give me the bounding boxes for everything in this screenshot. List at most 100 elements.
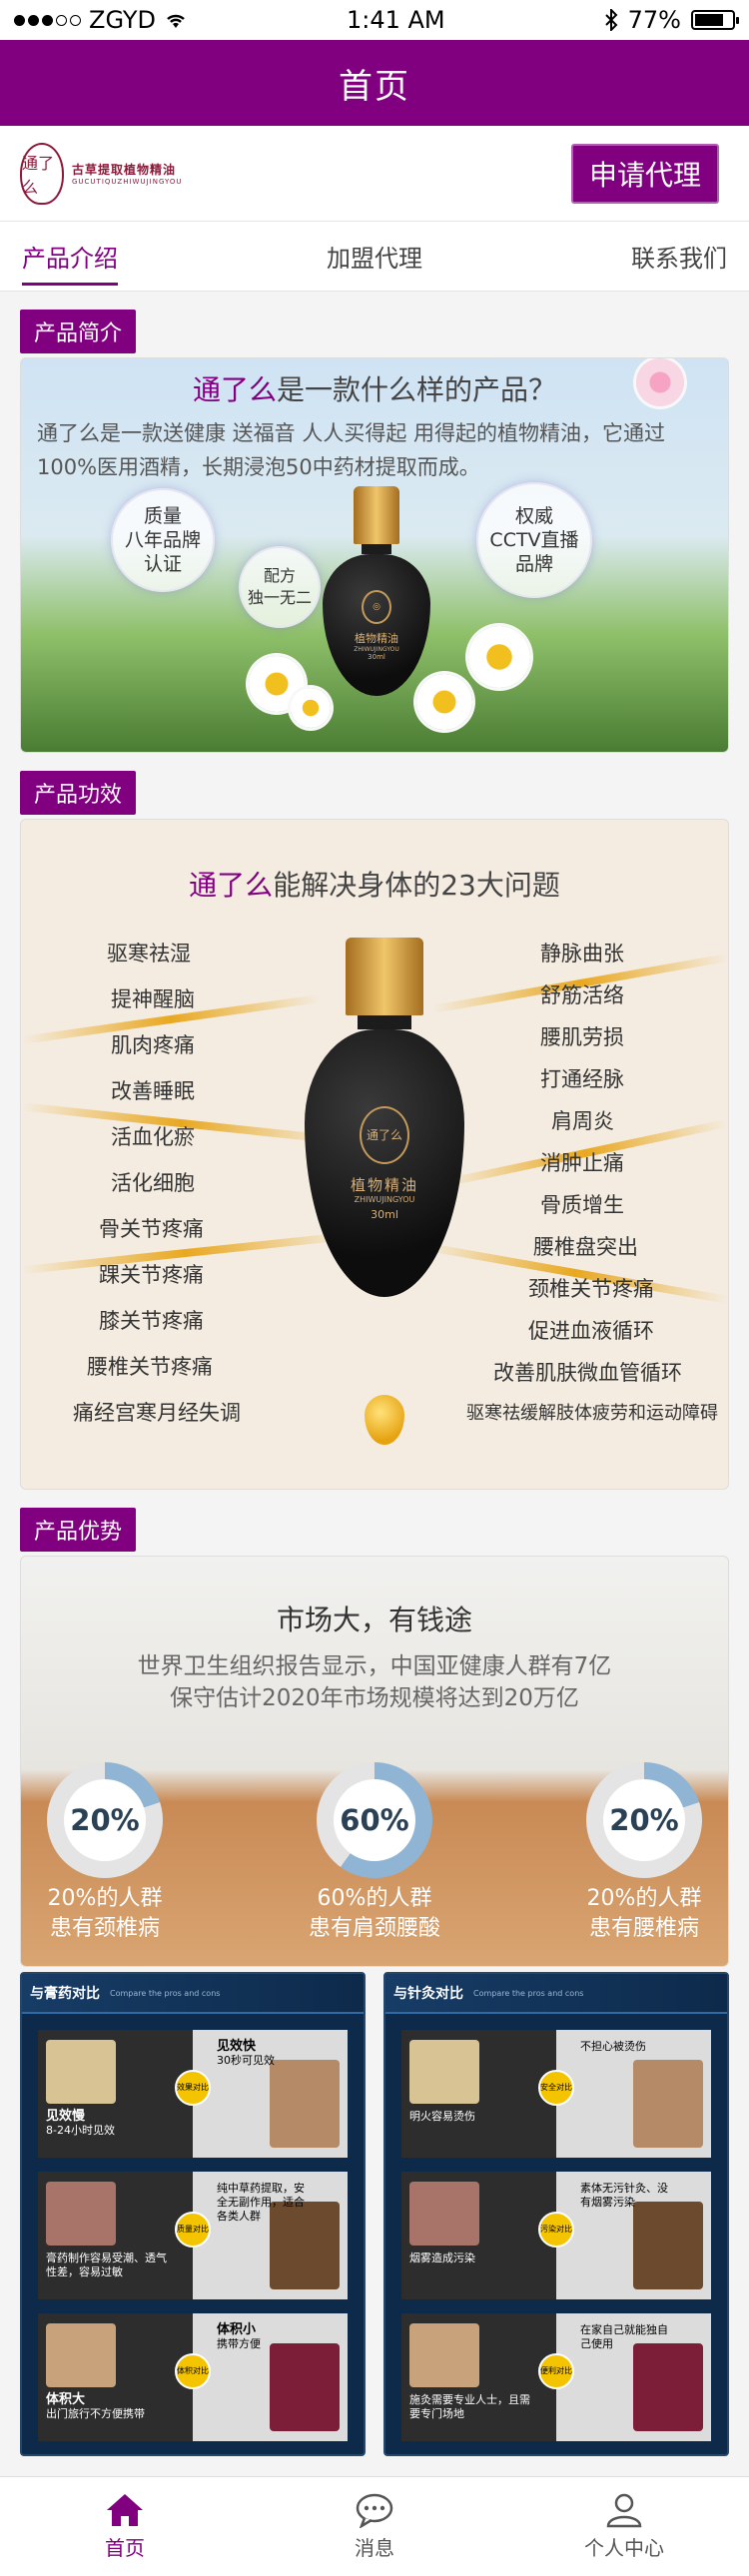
poster-header: 与针灸对比 Compare the pros and cons bbox=[385, 1974, 727, 2014]
stat-caption: 20%的人群 患有颈椎病 bbox=[21, 1884, 205, 1944]
intro-headline-text: 是一款什么样的产品？ bbox=[277, 373, 557, 406]
comparison-right: 不担心被烫伤 bbox=[556, 2030, 711, 2158]
intro-bottle-volume: 30ml bbox=[368, 652, 385, 661]
comparison-left-sub: 8-24小时见效 bbox=[46, 2124, 115, 2137]
stat-caption-line2: 患有腰椎病 bbox=[588, 1916, 699, 1941]
stat-caption: 60%的人群 患有肩颈腰酸 bbox=[275, 1884, 474, 1944]
efficacy-item: 颈椎关节疼痛 bbox=[528, 1277, 654, 1301]
comparison-right-sub: 纯中草药提取，安全无副作用，适合各类人群 bbox=[217, 2182, 305, 2223]
comparison-image bbox=[633, 2202, 703, 2289]
nav-messages[interactable]: 消息 bbox=[250, 2477, 499, 2576]
comparison-badge: 效果对比 bbox=[175, 2070, 211, 2106]
bluetooth-icon bbox=[604, 9, 618, 31]
bubble-quality-line2: 八年品牌 bbox=[124, 529, 201, 551]
wifi-icon bbox=[167, 14, 185, 28]
comparison-badge: 质量对比 bbox=[175, 2212, 211, 2248]
comparison-left: 烟雾造成污染 bbox=[401, 2172, 556, 2299]
efficacy-headline-brand: 通了么 bbox=[189, 869, 274, 902]
comparison-badge: 安全对比 bbox=[538, 2070, 574, 2106]
daisy-flower-icon bbox=[416, 674, 472, 730]
comparison-right: 见效快 30秒可见效 bbox=[193, 2030, 348, 2158]
efficacy-item: 舒筋活络 bbox=[540, 983, 624, 1007]
comparison-image bbox=[409, 2182, 479, 2246]
oil-drop-icon bbox=[365, 1395, 404, 1445]
stat-ring: 60% bbox=[317, 1762, 432, 1878]
comparison-right-title: 体积小 bbox=[217, 2322, 257, 2337]
message-icon bbox=[356, 2493, 393, 2528]
efficacy-item: 腰椎关节疼痛 bbox=[87, 1355, 213, 1379]
bubble-quality: 质量 八年品牌 认证 bbox=[111, 488, 215, 592]
efficacy-item: 驱寒祛湿 bbox=[107, 942, 191, 966]
comparison-right-text: 见效快 30秒可见效 bbox=[217, 2040, 307, 2068]
advantage-desc-line2: 保守估计2020年市场规模将达到20万亿 bbox=[170, 1685, 579, 1711]
intro-banner: 通了么是一款什么样的产品？ 通了么是一款送健康 送福音 人人买得起 用得起的植物… bbox=[20, 357, 729, 753]
efficacy-item: 踝关节疼痛 bbox=[99, 1263, 204, 1287]
nav-messages-label: 消息 bbox=[355, 2536, 394, 2560]
nav-profile[interactable]: 个人中心 bbox=[499, 2477, 749, 2576]
efficacy-item: 腰肌劳损 bbox=[540, 1025, 624, 1049]
comparison-row: 膏药制作容易受潮、透气性差，容易过敏 纯中草药提取，安全无副作用，适合各类人群 质量… bbox=[38, 2172, 348, 2299]
comparison-badge: 污染对比 bbox=[538, 2212, 574, 2248]
comparison-badge: 体积对比 bbox=[175, 2353, 211, 2389]
plaster-comparison-poster[interactable]: 与膏药对比 Compare the pros and cons 见效慢 8-24小时见… bbox=[20, 1972, 366, 2456]
comparison-image bbox=[46, 2040, 116, 2104]
comparison-left-sub: 施灸需要专业人士，且需要专门场地 bbox=[409, 2393, 530, 2420]
comparison-row: 烟雾造成污染 素体无污针灸、没有烟雾污染 污染对比 bbox=[401, 2172, 711, 2299]
intro-headline-brand: 通了么 bbox=[192, 373, 277, 406]
carrier-name: ZGYD bbox=[89, 6, 156, 34]
signal-icon bbox=[14, 14, 81, 26]
stat-value: 20% bbox=[603, 1779, 685, 1861]
efficacy-item: 腰椎盘突出 bbox=[533, 1235, 638, 1259]
poster-header: 与膏药对比 Compare the pros and cons bbox=[22, 1974, 364, 2014]
battery-icon bbox=[690, 10, 739, 30]
comparison-image bbox=[46, 2182, 116, 2246]
advantage-desc-line1: 世界卫生组织报告显示，中国亚健康人群有7亿 bbox=[137, 1653, 612, 1679]
comparison-left-sub: 烟雾造成污染 bbox=[409, 2252, 475, 2264]
efficacy-item: 痛经宫寒月经失调 bbox=[73, 1401, 241, 1425]
comparison-left-text: 膏药制作容易受潮、透气性差，容易过敏 bbox=[46, 2252, 176, 2279]
daisy-flower-icon bbox=[291, 688, 331, 728]
comparison-left: 体积大 出门旅行不方便携带 bbox=[38, 2313, 193, 2441]
status-bar: ZGYD 1:41 AM 77% bbox=[0, 0, 749, 40]
tab-join-agent[interactable]: 加盟代理 bbox=[327, 222, 422, 292]
tab-contact-us[interactable]: 联系我们 bbox=[631, 222, 727, 292]
comparison-right-text: 素体无污针灸、没有烟雾污染 bbox=[580, 2182, 670, 2210]
battery-percent: 77% bbox=[627, 6, 681, 34]
stat-value: 60% bbox=[334, 1779, 415, 1861]
section-label-intro: 产品简介 bbox=[20, 310, 137, 353]
nav-home[interactable]: 首页 bbox=[0, 2477, 250, 2576]
advantage-banner: 市场大，有钱途 世界卫生组织报告显示，中国亚健康人群有7亿 保守估计2020年市… bbox=[20, 1556, 729, 1967]
comparison-right: 纯中草药提取，安全无副作用，适合各类人群 bbox=[193, 2172, 348, 2299]
comparison-left: 膏药制作容易受潮、透气性差，容易过敏 bbox=[38, 2172, 193, 2299]
comparison-posters: 与膏药对比 Compare the pros and cons 见效慢 8-24小时见… bbox=[20, 1972, 729, 2456]
apply-agent-button[interactable]: 申请代理 bbox=[570, 143, 719, 204]
efficacy-banner: 通了么能解决身体的23大问题 驱寒祛湿 提神醒脑 肌肉疼痛 改善睡眠 活血化瘀 活化细胞骨… bbox=[20, 819, 729, 1490]
comparison-left-title: 见效慢 bbox=[46, 2109, 86, 2124]
efficacy-item: 骨关节疼痛 bbox=[99, 1217, 204, 1241]
comparison-right-title: 见效快 bbox=[217, 2039, 257, 2054]
moxibustion-comparison-poster[interactable]: 与针灸对比 Compare the pros and cons 明火容易烫伤 不担心被… bbox=[383, 1972, 729, 2456]
comparison-left: 见效慢 8-24小时见效 bbox=[38, 2030, 193, 2158]
comparison-right-text: 纯中草药提取，安全无副作用，适合各类人群 bbox=[217, 2182, 307, 2224]
comparison-right-sub: 不担心被烫伤 bbox=[580, 2040, 646, 2053]
brand-row: 通了么 古草提取植物精油 GUCUTIQUZHIWUJINGYOU 申请代理 bbox=[0, 126, 749, 222]
bubble-formula-line1: 配方 bbox=[263, 566, 296, 585]
comparison-image bbox=[46, 2323, 116, 2387]
comparison-left-text: 明火容易烫伤 bbox=[409, 2110, 539, 2124]
comparison-badge: 便利对比 bbox=[538, 2353, 574, 2389]
tab-product-intro[interactable]: 产品介绍 bbox=[22, 222, 118, 292]
efficacy-bottle-label: 植物精油 bbox=[350, 1175, 418, 1194]
efficacy-item: 骨质增生 bbox=[540, 1193, 624, 1217]
stat-caption-line2: 患有肩颈腰酸 bbox=[308, 1916, 440, 1941]
comparison-right: 素体无污针灸、没有烟雾污染 bbox=[556, 2172, 711, 2299]
comparison-left-text: 体积大 出门旅行不方便携带 bbox=[46, 2393, 176, 2421]
efficacy-item: 打通经脉 bbox=[540, 1067, 624, 1091]
bubble-authority: 权威 CCTV直播 品牌 bbox=[476, 482, 592, 598]
intro-bottle-label: 植物精油 bbox=[355, 631, 398, 645]
brand-logo[interactable]: 通了么 古草提取植物精油 GUCUTIQUZHIWUJINGYOU bbox=[20, 142, 183, 205]
comparison-left-sub: 明火容易烫伤 bbox=[409, 2110, 475, 2123]
brand-name-en: GUCUTIQUZHIWUJINGYOU bbox=[72, 178, 183, 186]
comparison-left-text: 施灸需要专业人士，且需要专门场地 bbox=[409, 2393, 539, 2421]
home-icon bbox=[107, 2494, 143, 2526]
stat-caption: 20%的人群 患有腰椎病 bbox=[544, 1884, 728, 1944]
